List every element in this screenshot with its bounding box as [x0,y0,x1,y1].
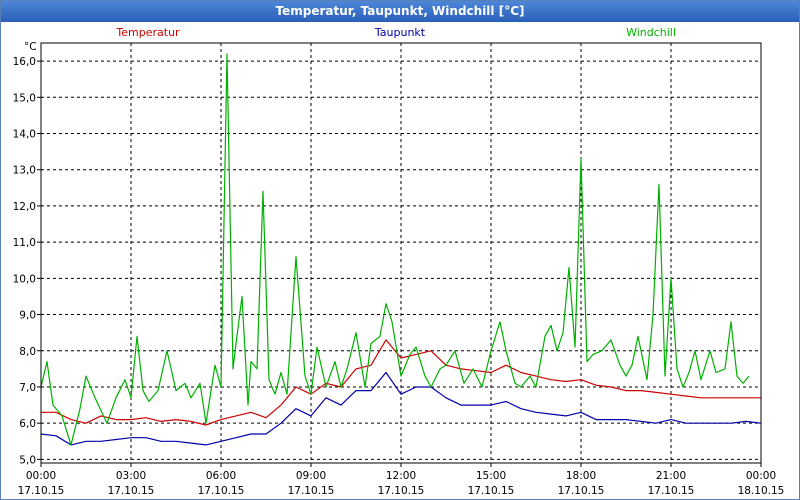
y-axis-unit: °C [24,41,37,53]
x-tick-date: 17.10.15 [558,485,605,497]
grid [41,43,761,463]
x-tick-date: 17.10.15 [18,485,65,497]
x-tick-time: 06:00 [206,470,236,482]
x-tick-date: 18.10.15 [738,485,785,497]
y-tick-label: 12,0 [13,201,36,213]
axes: 5,0 6,0 7,0 8,0 9,0 10,0 11,0 12,0 13,0 14,0 15,0 1… [13,56,785,497]
y-tick-label: 7,0 [19,382,36,394]
legend-windchill: Windchill [626,26,676,39]
x-tick-time: 09:00 [296,470,326,482]
x-tick-date: 17.10.15 [468,485,515,497]
y-tick-label: 6,0 [19,418,36,430]
y-tick-label: 16,0 [13,56,36,68]
x-tick-time: 00:00 [746,470,776,482]
y-tick-label: 10,0 [13,273,36,285]
y-tick-label: 14,0 [13,129,36,141]
x-tick-date: 17.10.15 [198,485,245,497]
y-tick-label: 11,0 [13,237,36,249]
y-tick-label: 9,0 [19,310,36,322]
x-tick-time: 18:00 [566,470,596,482]
x-tick-time: 21:00 [656,470,686,482]
x-tick-date: 17.10.15 [378,485,425,497]
x-tick-date: 17.10.15 [288,485,335,497]
x-tick-date: 17.10.15 [648,485,695,497]
y-tick-label: 13,0 [13,165,36,177]
line-chart: 5,0 6,0 7,0 8,0 9,0 10,0 11,0 12,0 13,0 14,0 15,0 1… [13,26,785,497]
series-line-temperatur [41,339,761,426]
y-tick-label: 5,0 [19,454,36,466]
legend-temperatur: Temperatur [115,26,180,39]
legend-taupunkt: Taupunkt [374,26,426,39]
x-tick-time: 12:00 [386,470,416,482]
x-tick-time: 03:00 [116,470,146,482]
x-tick-time: 00:00 [26,470,56,482]
y-tick-label: 8,0 [19,346,36,358]
x-tick-date: 17.10.15 [108,485,155,497]
x-tick-time: 15:00 [476,470,506,482]
y-tick-label: 15,0 [13,92,36,104]
